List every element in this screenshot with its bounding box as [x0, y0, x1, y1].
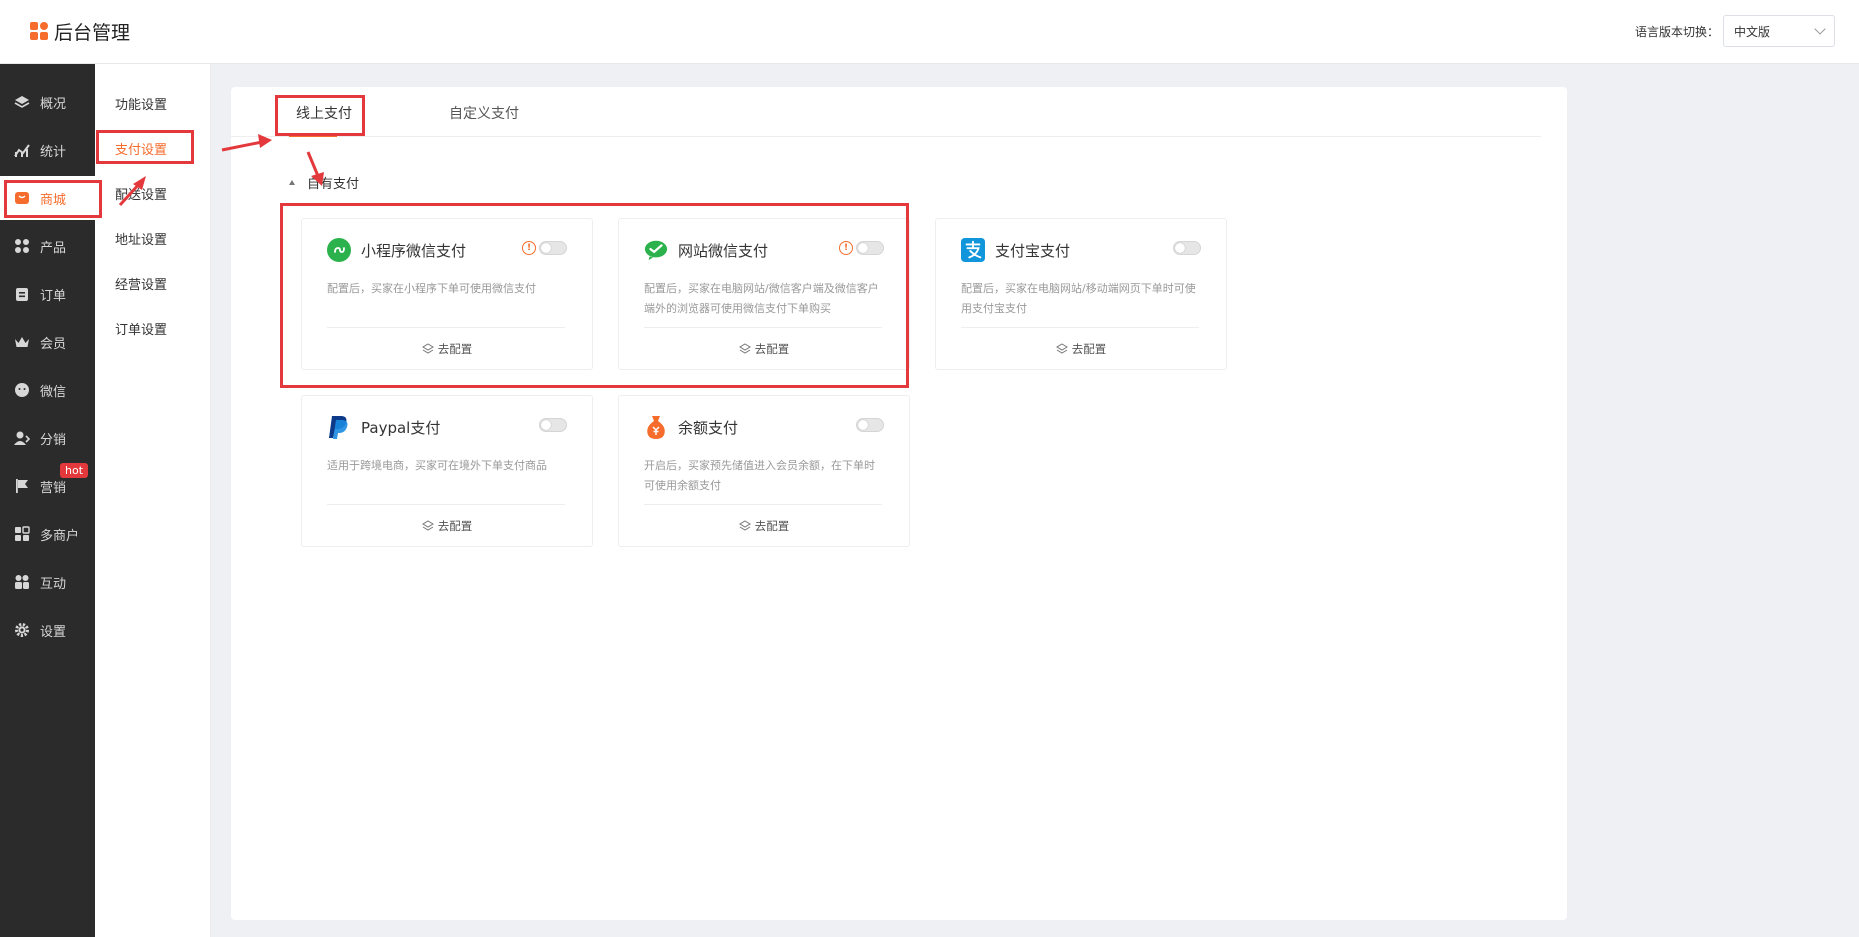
annotation-box-payment-settings — [96, 130, 194, 164]
flag-icon — [16, 479, 28, 493]
clipboard-icon — [16, 288, 28, 301]
crown-icon — [15, 337, 29, 347]
payment-desc: 配置后，买家在电脑网站/移动端网页下单时可使用支付宝支付 — [961, 282, 1196, 315]
layers-icon — [1055, 343, 1068, 354]
merchant-icon — [15, 526, 30, 541]
payment-name: Paypal支付 — [361, 418, 441, 437]
nav-item-interaction[interactable]: 互动 — [0, 560, 95, 604]
gear-icon — [15, 623, 29, 637]
chevron-down-icon — [1814, 23, 1826, 35]
payment-desc: 适用于跨境电商，买家可在境外下单支付商品 — [327, 459, 547, 472]
enable-toggle[interactable] — [539, 418, 567, 432]
nav-item-orders[interactable]: 订单 — [0, 272, 95, 316]
divider — [961, 327, 1199, 328]
layers-icon — [421, 520, 434, 531]
nav-item-products[interactable]: 产品 — [0, 224, 95, 268]
nav-item-label: 会员 — [40, 336, 67, 352]
payment-card-head: 支付宝支付 — [961, 238, 1070, 262]
language-switcher: 语言版本切换： 中文版 — [1635, 15, 1835, 47]
subnav-item-order[interactable]: 订单设置 — [115, 319, 167, 338]
annotation-box-wechat-payments — [280, 203, 909, 388]
nav-item-stats[interactable]: 统计 — [0, 128, 95, 172]
nav-item-label: 微信 — [40, 384, 67, 400]
subnav-item-address[interactable]: 地址设置 — [115, 229, 167, 248]
nav-item-label: 互动 — [40, 576, 67, 592]
chart-icon — [14, 144, 30, 157]
app-title: 后台管理 — [54, 22, 131, 44]
payment-desc: 开启后，买家预先储值进入会员余额，在下单时可使用余额支付 — [644, 459, 875, 492]
payment-tabs: 线上支付 自定义支付 — [231, 87, 1541, 137]
nav-item-label: 订单 — [40, 288, 67, 304]
nav-item-members[interactable]: 会员 — [0, 320, 95, 364]
subnav-item-delivery[interactable]: 配送设置 — [115, 184, 167, 203]
subnav-item-function[interactable]: 功能设置 — [115, 94, 167, 113]
divider — [644, 504, 882, 505]
nav-item-distribution[interactable]: 分销 — [0, 416, 95, 460]
user-share-icon — [14, 431, 30, 445]
nav-item-label: 设置 — [40, 624, 67, 640]
nav-item-label: 产品 — [40, 240, 67, 256]
configure-button[interactable]: 去配置 — [936, 341, 1226, 357]
annotation-box-mall — [4, 180, 102, 218]
nav-item-multi-merchant[interactable]: 多商户 — [0, 512, 95, 556]
section-title: 自有支付 — [307, 177, 360, 192]
nav-item-label: 营销 — [40, 480, 67, 496]
nav-item-wechat[interactable]: 微信 — [0, 368, 95, 412]
configure-label: 去配置 — [754, 519, 790, 533]
configure-label: 去配置 — [1071, 342, 1107, 356]
payment-name: 支付宝支付 — [995, 241, 1071, 260]
payment-card-alipay: 支付宝支付 配置后，买家在电脑网站/移动端网页下单时可使用支付宝支付 去配置 — [935, 218, 1227, 370]
app-logo[interactable]: 后台管理 — [30, 18, 130, 45]
payment-card-head: 余额支付 — [644, 415, 738, 439]
annotation-box-online-payment-tab — [275, 95, 365, 136]
payment-name: 余额支付 — [678, 418, 739, 437]
layers-icon — [14, 96, 30, 108]
wechat-icon — [15, 383, 29, 397]
nav-item-settings[interactable]: 设置 — [0, 608, 95, 652]
nav-item-label: 概况 — [40, 96, 67, 112]
configure-label: 去配置 — [437, 519, 473, 533]
enable-toggle[interactable] — [1173, 241, 1201, 255]
tab-custom-payment[interactable]: 自定义支付 — [449, 103, 519, 123]
payment-card-head: Paypal支付 — [327, 415, 440, 439]
language-label: 语言版本切换： — [1634, 24, 1719, 39]
grid-icon — [15, 239, 29, 253]
layers-icon — [738, 520, 751, 531]
configure-button[interactable]: 去配置 — [302, 518, 592, 534]
sub-sidebar: 功能设置 支付设置 配送设置 地址设置 经营设置 订单设置 — [95, 64, 211, 937]
nav-item-overview[interactable]: 概况 — [0, 80, 95, 124]
nav-item-label: 统计 — [40, 144, 67, 160]
payment-card-balance: 余额支付 开启后，买家预先储值进入会员余额，在下单时可使用余额支付 去配置 — [618, 395, 910, 547]
paypal-icon — [327, 415, 351, 439]
top-header: 后台管理 语言版本切换： 中文版 — [0, 0, 1859, 64]
configure-button[interactable]: 去配置 — [619, 518, 909, 534]
moneybag-icon — [644, 415, 668, 439]
hot-badge: hot — [60, 463, 89, 478]
divider — [327, 504, 565, 505]
language-value: 中文版 — [1734, 24, 1771, 39]
nav-item-label: 分销 — [40, 432, 67, 448]
enable-toggle[interactable] — [856, 418, 884, 432]
subnav-item-business[interactable]: 经营设置 — [115, 274, 167, 293]
language-select[interactable]: 中文版 — [1723, 15, 1835, 47]
section-own-payment[interactable]: 自有支付 — [289, 173, 359, 192]
alipay-icon — [961, 238, 985, 262]
payment-card-paypal: Paypal支付 适用于跨境电商，买家可在境外下单支付商品 去配置 — [301, 395, 593, 547]
interact-icon — [15, 575, 29, 589]
caret-up-icon — [289, 180, 295, 185]
logo-icon — [30, 21, 50, 42]
nav-item-label: 多商户 — [40, 528, 80, 544]
